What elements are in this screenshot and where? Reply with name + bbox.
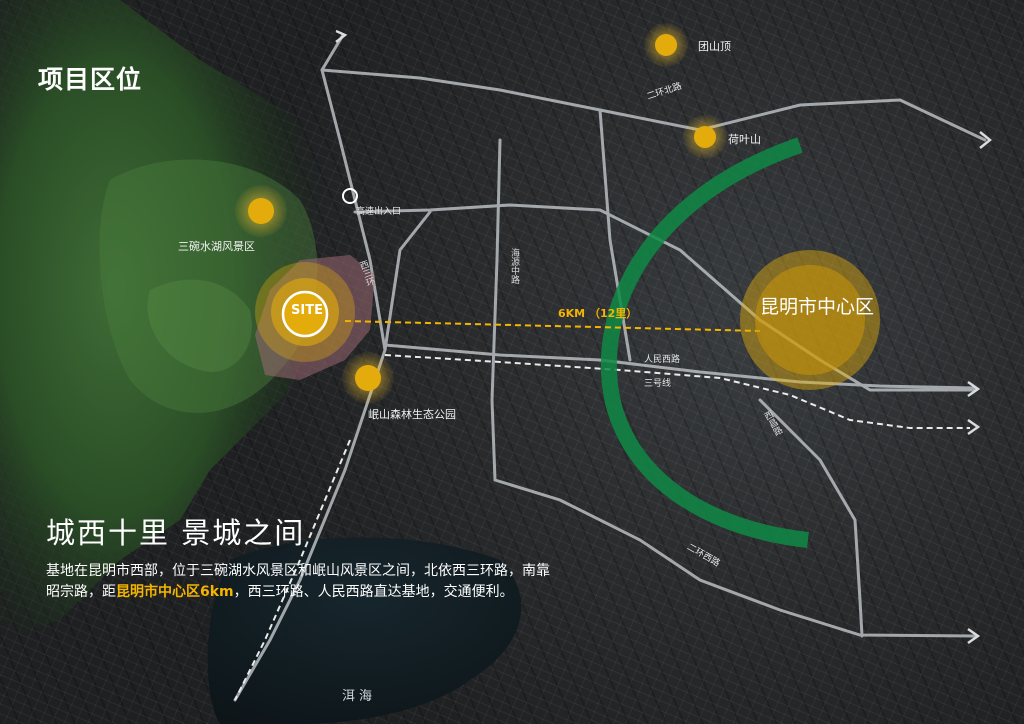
- map-terrain: [0, 0, 993, 724]
- lake-label: 洱海: [342, 689, 377, 704]
- description-part2: ，西三环路、人民西路直达基地，交通便利。: [233, 584, 514, 600]
- poi-label-sanwan: 三碗水湖风景区: [178, 240, 255, 253]
- location-map[interactable]: 项目区位 团山顶 荷叶山 三碗水湖风景区 岷山森林生态公园 高速出入口 洱海 二…: [0, 0, 1024, 724]
- city-center-label[interactable]: 昆明市中心区: [760, 296, 874, 319]
- highway-exit-label: 高速出入口: [356, 207, 402, 217]
- poi-label-tuanshanding: 团山顶: [698, 40, 731, 53]
- description-highlight: 昆明市中心区6km: [116, 584, 234, 600]
- poi-markers: [235, 23, 880, 404]
- road-label-metro-line3: 三号线: [644, 379, 672, 389]
- distance-line: [344, 320, 761, 332]
- description: 基地在昆明市西部，位于三碗湖水风景区和岷山风景区之间，北依西三环路，南靠昭宗路，…: [46, 561, 556, 603]
- poi-label-minshan: 岷山森林生态公园: [368, 408, 456, 421]
- site-label[interactable]: SITE: [286, 303, 328, 318]
- page-title: 项目区位: [38, 65, 143, 94]
- poi-label-heyeshan: 荷叶山: [728, 133, 761, 146]
- headline: 城西十里 景城之间: [46, 516, 306, 550]
- road-label-renmin-west: 人民西路: [644, 355, 681, 365]
- road-label-haiyuan: 海源中路: [509, 248, 519, 284]
- distance-label: 6KM （12里）: [558, 307, 638, 320]
